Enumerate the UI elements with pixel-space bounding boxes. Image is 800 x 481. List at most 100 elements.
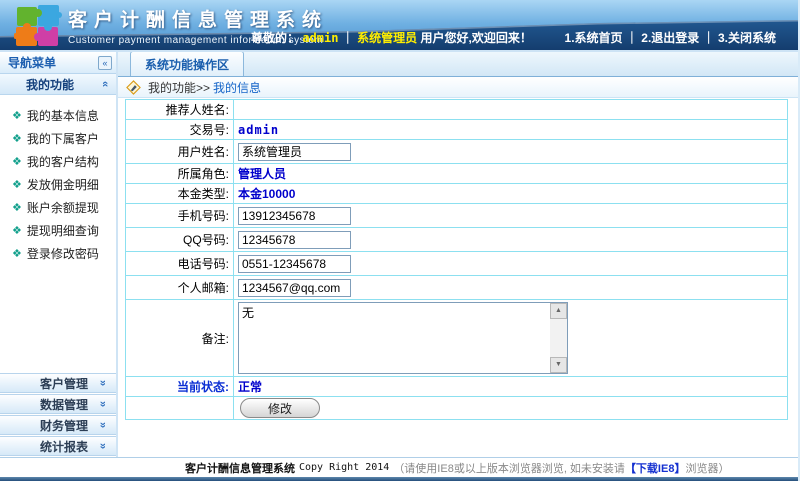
textarea-scrollbar[interactable]: ▲ ▼ (550, 303, 567, 373)
welcome-text: 用户您好,欢迎回来！ (421, 31, 532, 45)
sidebar-spacer (0, 265, 116, 373)
nav-link-home[interactable]: 1.系统首页 (565, 31, 623, 45)
table-row: 推荐人姓名: (126, 100, 788, 120)
nav-link-logout[interactable]: 2.退出登录 (641, 31, 699, 45)
user-info-bar: 尊敬的： admin ｜ 系统管理员 用户您好,欢迎回来！ 1.系统首页 ｜ 2… (251, 29, 776, 46)
chevron-down-icon: « (97, 401, 109, 407)
user-name-field[interactable] (238, 143, 351, 161)
table-row: 所属角色: 管理人员 (126, 164, 788, 184)
sidebar-item-withdraw-query[interactable]: ❖ 提现明细查询 (0, 219, 116, 242)
empty-cell (126, 397, 234, 420)
sidebar-menu: ❖ 我的基本信息 ❖ 我的下属客户 ❖ 我的客户结构 ❖ 发放佣金明细 ❖ (0, 95, 116, 265)
table-row: 备注: 无 ▲ ▼ (126, 300, 788, 377)
status-badge: 正常 (238, 380, 262, 394)
sidebar-section-statistics[interactable]: 统计报表 « (0, 436, 116, 456)
sidebar-item-label: 我的客户结构 (27, 153, 99, 170)
puzzle-bullet-icon: ❖ (12, 247, 22, 260)
field-label: 所属角色: (126, 164, 234, 184)
sidebar-item-balance-withdraw[interactable]: ❖ 账户余额提现 (0, 196, 116, 219)
field-label: 交易号: (126, 120, 234, 140)
separator: ｜ (626, 31, 638, 45)
user-role: 系统管理员 (357, 31, 417, 45)
tab-system-operations[interactable]: 系统功能操作区 (130, 51, 244, 76)
footer: 客户计酬信息管理系统 Copy Right 2014 （请使用IE8或以上版本浏… (0, 457, 798, 481)
sidebar-section-my-functions[interactable]: 我的功能 « (0, 74, 116, 95)
referrer-name-value (234, 100, 788, 120)
field-label: 当前状态: (126, 377, 234, 397)
separator: ｜ (342, 31, 354, 45)
app-window: 客户计酬信息管理系统 Customer payment management i… (0, 0, 800, 481)
note-pencil-icon (126, 80, 141, 95)
username: admin (302, 31, 338, 45)
profile-form-table: 推荐人姓名: 交易号: admin 用户姓名: 所属角色: 管理人员 (125, 99, 788, 420)
breadcrumb-current: 我的信息 (213, 79, 261, 96)
sidebar-item-customer-structure[interactable]: ❖ 我的客户结构 (0, 150, 116, 173)
sidebar-section-finance-mgmt[interactable]: 财务管理 « (0, 415, 116, 435)
section-label: 我的功能 (26, 76, 102, 93)
remarks-area: 无 ▲ ▼ (238, 302, 568, 374)
footer-system-title: 客户计酬信息管理系统 (185, 460, 295, 476)
puzzle-bullet-icon: ❖ (12, 109, 22, 122)
puzzle-bullet-icon: ❖ (12, 155, 22, 168)
puzzle-bullet-icon: ❖ (12, 224, 22, 237)
sidebar-item-label: 提现明细查询 (27, 222, 99, 239)
app-title: 客户计酬信息管理系统 (68, 5, 328, 32)
sidebar-header: 导航菜单 « (0, 52, 116, 74)
form-area: 推荐人姓名: 交易号: admin 用户姓名: 所属角色: 管理人员 (118, 98, 798, 420)
email-field[interactable] (238, 279, 351, 297)
header-separator (0, 50, 798, 52)
qq-field[interactable] (238, 231, 351, 249)
field-label: 个人邮箱: (126, 276, 234, 300)
breadcrumb-path: 我的功能>> (148, 79, 210, 96)
sidebar-section-customer-mgmt[interactable]: 客户管理 « (0, 373, 116, 393)
field-label: 备注: (126, 300, 234, 377)
field-label: 电话号码: (126, 252, 234, 276)
field-label: 推荐人姓名: (126, 100, 234, 120)
sidebar: 导航菜单 « 我的功能 « ❖ 我的基本信息 ❖ 我的下属客户 ❖ 我的客户结构 (0, 52, 118, 457)
footer-bottom-strip (0, 477, 798, 481)
scroll-up-icon[interactable]: ▲ (550, 303, 567, 319)
table-row: 本金类型: 本金10000 (126, 184, 788, 204)
download-ie8-link[interactable]: 【下载IE8】 (625, 460, 686, 476)
field-label: QQ号码: (126, 228, 234, 252)
app-header: 客户计酬信息管理系统 Customer payment management i… (0, 0, 798, 52)
greeting-prefix: 尊敬的： (251, 31, 299, 45)
sidebar-collapse-icon[interactable]: « (98, 56, 112, 70)
sidebar-section-data-mgmt[interactable]: 数据管理 « (0, 394, 116, 414)
sidebar-item-change-password[interactable]: ❖ 登录修改密码 (0, 242, 116, 265)
mobile-field[interactable] (238, 207, 351, 225)
sidebar-item-label: 发放佣金明细 (27, 176, 99, 193)
sidebar-item-commission-detail[interactable]: ❖ 发放佣金明细 (0, 173, 116, 196)
nav-link-close[interactable]: 3.关闭系统 (718, 31, 776, 45)
phone-field[interactable] (238, 255, 351, 273)
puzzle-bullet-icon: ❖ (12, 201, 22, 214)
chevron-down-icon: « (97, 443, 109, 449)
trade-id-value: admin (238, 123, 279, 137)
table-row: QQ号码: (126, 228, 788, 252)
field-label: 手机号码: (126, 204, 234, 228)
chevron-down-icon: « (97, 422, 109, 428)
sidebar-title: 导航菜单 (8, 54, 98, 71)
modify-button[interactable]: 修改 (240, 398, 320, 418)
sidebar-item-sub-customers[interactable]: ❖ 我的下属客户 (0, 127, 116, 150)
chevron-down-icon: « (97, 380, 109, 386)
table-row: 用户姓名: (126, 140, 788, 164)
sidebar-item-label: 我的基本信息 (27, 107, 99, 124)
role-value: 管理人员 (238, 167, 286, 181)
breadcrumb: 我的功能>> 我的信息 (118, 77, 798, 98)
section-label: 财务管理 (40, 417, 100, 434)
footer-note-pre: （请使用IE8或以上版本浏览器浏览, 如未安装请 (393, 460, 625, 476)
section-label: 统计报表 (40, 438, 100, 455)
puzzle-logo-icon (14, 3, 62, 52)
sidebar-item-label: 登录修改密码 (27, 245, 99, 262)
main-panel: 系统功能操作区 我的功能>> 我的信息 推荐人姓名: (118, 52, 798, 457)
table-row: 当前状态: 正常 (126, 377, 788, 397)
table-row: 手机号码: (126, 204, 788, 228)
remarks-textarea[interactable]: 无 (238, 302, 568, 374)
sidebar-item-basic-info[interactable]: ❖ 我的基本信息 (0, 104, 116, 127)
table-row: 个人邮箱: (126, 276, 788, 300)
scroll-down-icon[interactable]: ▼ (550, 357, 567, 373)
sidebar-item-label: 我的下属客户 (27, 130, 99, 147)
tab-strip: 系统功能操作区 (118, 52, 798, 77)
footer-note-post: 浏览器） (685, 460, 729, 476)
